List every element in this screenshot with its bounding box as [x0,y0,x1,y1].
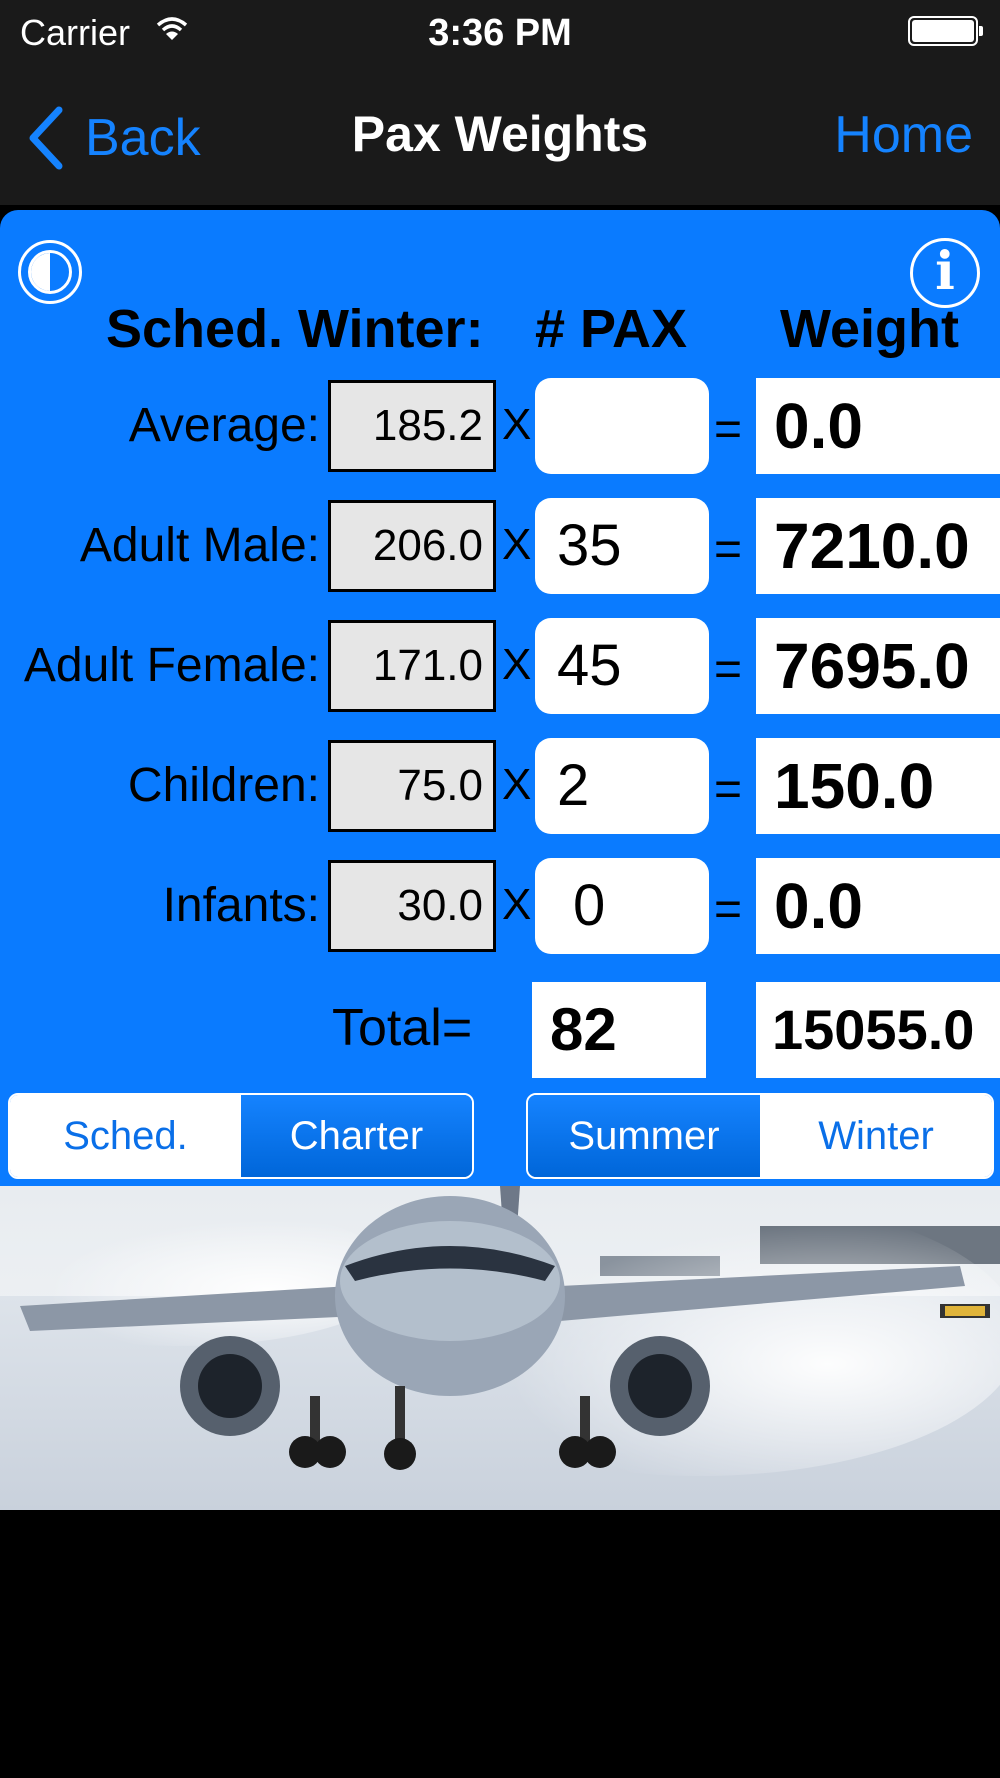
category-header: Sched. Winter: [106,299,484,359]
total-label: Total= [332,999,473,1057]
equals-sign: = [714,763,743,816]
weight-factor-adult-female: 171.0 [328,620,496,712]
equals-sign: = [714,403,743,456]
status-time: 3:36 PM [428,12,572,54]
row-label-infants: Infants: [162,879,320,932]
row-label-children: Children: [127,759,320,812]
navigation-bar: Back Pax Weights Home [0,70,1000,207]
home-button[interactable]: Home [834,105,973,165]
multiply-sign: X [502,880,532,929]
weight-factor-adult-male: 206.0 [328,500,496,592]
weight-output-infants: 0.0 [756,858,1000,954]
segment-summer[interactable]: Summer [528,1095,760,1177]
pax-input-adult-female[interactable]: 45 [535,618,709,714]
multiply-sign: X [502,400,532,449]
equals-sign: = [714,523,743,576]
total-weight: 15055.0 [756,982,1000,1078]
multiply-sign: X [502,520,532,569]
airplane-image [0,1186,1000,1510]
weight-output-adult-female: 7695.0 [756,618,1000,714]
row-label-average: Average: [128,399,320,452]
airplane-winter-photo [0,1186,1000,1510]
weight-header: Weight [780,299,959,359]
status-bar: Carrier 3:36 PM [0,0,1000,70]
pax-input-children[interactable]: 2 [535,738,709,834]
segment-charter[interactable]: Charter [241,1095,472,1177]
pax-input-adult-male[interactable]: 35 [535,498,709,594]
multiply-sign: X [502,640,532,689]
flight-type-segmented-control: Sched. Charter [8,1093,474,1179]
battery-icon [908,16,983,46]
equals-sign: = [714,643,743,696]
row-label-adult-male: Adult Male: [79,519,320,572]
pax-input-average[interactable] [535,378,709,474]
weight-output-adult-male: 7210.0 [756,498,1000,594]
weight-output-children: 150.0 [756,738,1000,834]
weight-output-average: 0.0 [756,378,1000,474]
total-pax: 82 [532,982,706,1078]
segment-sched[interactable]: Sched. [10,1095,241,1177]
weight-factor-children: 75.0 [328,740,496,832]
pax-weights-panel: i Sched. Winter: # PAX Weight Average: 1… [0,210,1000,1186]
weight-factor-infants: 30.0 [328,860,496,952]
multiply-sign: X [502,760,532,809]
segment-winter[interactable]: Winter [760,1095,992,1177]
season-segmented-control: Summer Winter [526,1093,994,1179]
pax-header: # PAX [535,299,688,359]
contrast-icon[interactable] [18,240,82,304]
pax-input-infants[interactable]: 0 [535,858,709,954]
row-label-adult-female: Adult Female: [23,639,320,692]
weight-factor-average: 185.2 [328,380,496,472]
equals-sign: = [714,883,743,936]
